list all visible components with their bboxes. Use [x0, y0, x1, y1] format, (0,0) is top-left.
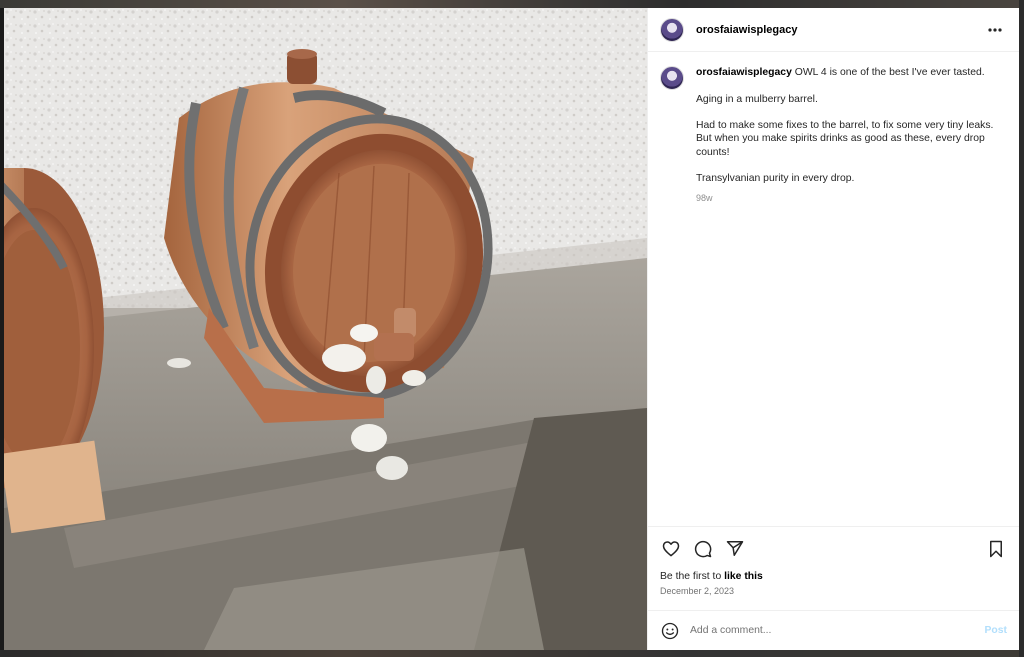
time-ago[interactable]: 98w [696, 192, 996, 205]
caption-text: OWL 4 is one of the best I've ever taste… [794, 67, 985, 78]
comment-input[interactable] [690, 625, 985, 636]
caption-text: Had to make some fixes to the barrel, to… [696, 120, 994, 158]
header-username[interactable]: orosfaiawisplegacy [696, 24, 983, 36]
backdrop [0, 0, 1024, 8]
caption-first-line: orosfaiawisplegacy OWL 4 is one of the b… [696, 66, 996, 79]
post-date[interactable]: December 2, 2023 [648, 584, 1019, 606]
save-button[interactable] [983, 536, 1009, 562]
bookmark-icon [990, 540, 1002, 557]
post-image [4, 8, 647, 650]
smiley-icon [661, 622, 679, 639]
caption-avatar[interactable] [660, 66, 684, 90]
caption: orosfaiawisplegacy OWL 4 is one of the b… [696, 66, 996, 205]
comments-area: orosfaiawisplegacy OWL 4 is one of the b… [648, 52, 1019, 526]
avatar[interactable] [660, 17, 684, 42]
likes-prefix: Be the first to [660, 571, 722, 582]
like-button[interactable] [658, 536, 684, 562]
post-header: orosfaiawisplegacy [648, 8, 1019, 52]
caption-text: Aging in a mulberry barrel. [696, 93, 818, 105]
barrel-photo [4, 8, 647, 650]
backdrop [0, 650, 1024, 657]
share-button[interactable] [722, 536, 748, 562]
action-bar [648, 526, 1019, 570]
more-options-button[interactable] [983, 20, 1007, 40]
post-comment-button[interactable]: Post [984, 625, 1007, 636]
likes-text: Be the first to like this [648, 570, 1019, 584]
caption-username[interactable]: orosfaiawisplegacy [696, 67, 792, 78]
post-modal: orosfaiawisplegacy orosfaiawisplegacy OW… [4, 8, 1019, 650]
caption-row: orosfaiawisplegacy OWL 4 is one of the b… [660, 66, 1007, 205]
paper-plane-icon [726, 541, 744, 556]
comment-bubble-icon [694, 540, 712, 557]
backdrop [1019, 0, 1024, 657]
emoji-button[interactable] [660, 621, 680, 641]
heart-icon [662, 541, 680, 557]
more-horizontal-icon [988, 27, 1002, 32]
post-sidebar: orosfaiawisplegacy orosfaiawisplegacy OW… [647, 8, 1019, 650]
like-this-link[interactable]: like this [724, 571, 763, 582]
comment-button[interactable] [690, 536, 716, 562]
add-comment-bar: Post [648, 610, 1019, 650]
caption-text: Transylvanian purity in every drop. [696, 173, 855, 185]
